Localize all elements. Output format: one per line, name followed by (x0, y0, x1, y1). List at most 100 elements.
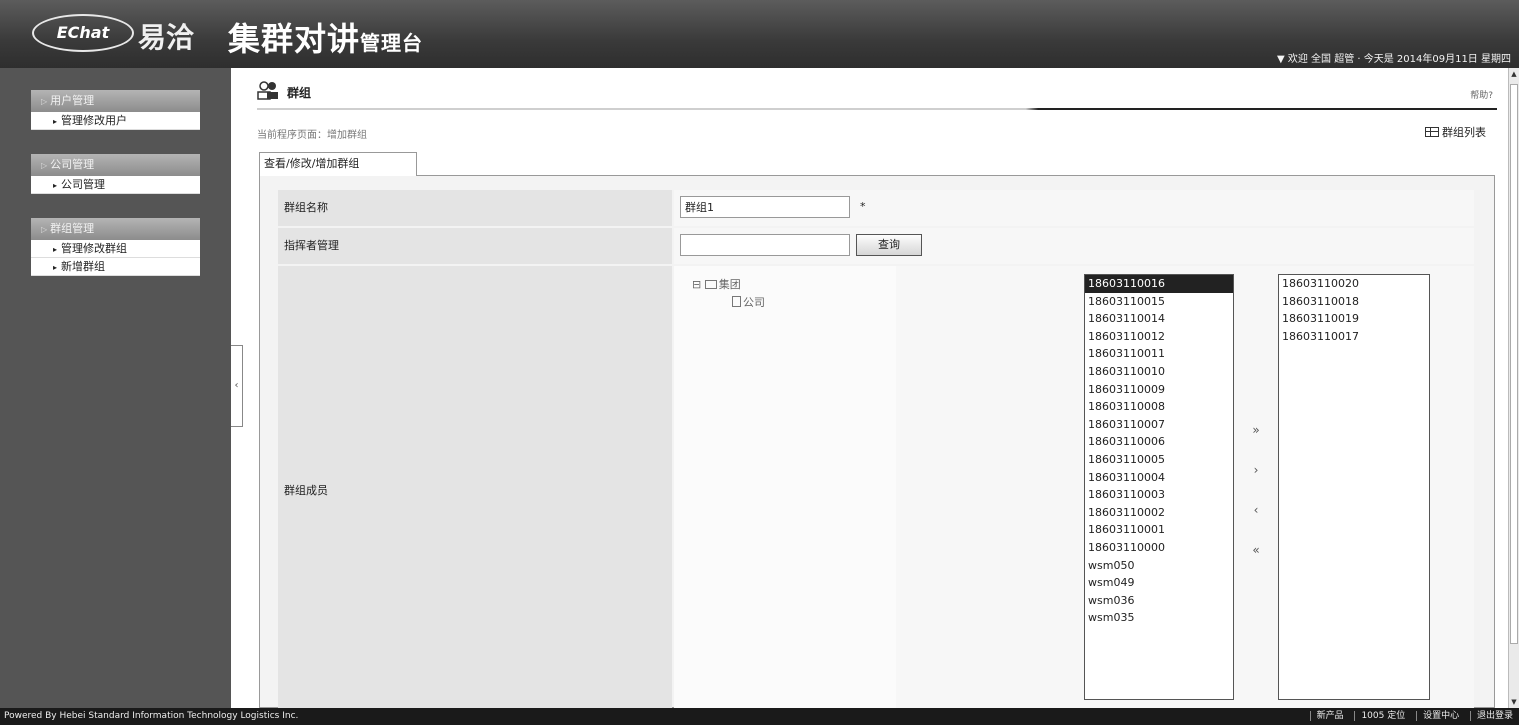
scroll-down-icon[interactable]: ▼ (1509, 696, 1519, 708)
selected-users-list[interactable]: 18603110020 18603110018 18603110019 1860… (1278, 274, 1430, 700)
sidebar-item-label: 管理修改用户 (61, 114, 128, 127)
scroll-up-icon[interactable]: ▲ (1509, 68, 1519, 80)
sidebar-item-company-manage[interactable]: ▸ 公司管理 (31, 176, 200, 194)
query-button[interactable]: 查询 (856, 234, 922, 256)
folder-icon (704, 280, 717, 289)
list-item[interactable]: 18603110016 (1085, 275, 1233, 293)
org-tree-panel: ⊟ 集团 公司 (674, 266, 896, 708)
list-item[interactable]: 18603110010 (1085, 363, 1233, 381)
group-list-label: 群组列表 (1442, 126, 1486, 139)
breadcrumb: 当前程序页面：增加群组 (257, 130, 367, 141)
logo-chinese-name: 易洽 (138, 21, 195, 54)
list-item[interactable]: 18603110019 (1279, 310, 1429, 328)
move-buttons: » › ‹ « (1238, 410, 1274, 570)
menu-head-label: 公司管理 (50, 158, 95, 171)
list-item[interactable]: wsm036 (1085, 592, 1233, 610)
menu-head-company[interactable]: ▷ 公司管理 (31, 154, 200, 176)
org-tree: ⊟ 集团 公司 (692, 276, 765, 312)
triangle-icon: ▷ (41, 97, 48, 106)
help-link[interactable]: 帮助? (1470, 88, 1493, 101)
list-item[interactable]: wsm035 (1085, 609, 1233, 627)
list-item[interactable]: 18603110017 (1279, 328, 1429, 346)
list-item[interactable]: 18603110008 (1085, 398, 1233, 416)
tree-node-root[interactable]: ⊟ 集团 (692, 276, 765, 294)
list-item[interactable]: 18603110000 (1085, 539, 1233, 557)
sidebar-item-label: 管理修改群组 (61, 242, 128, 255)
user-info[interactable]: ▼ 欢迎 全国 超管 · 今天是 2014年09月11日 星期四 (1277, 50, 1511, 65)
list-item[interactable]: 18603110005 (1085, 451, 1233, 469)
list-item[interactable]: 18603110012 (1085, 328, 1233, 346)
powered-by: Powered By Hebei Standard Information Te… (4, 711, 299, 721)
sidebar-item-manage-users[interactable]: ▸ 管理修改用户 (31, 112, 200, 130)
list-item[interactable]: 18603110002 (1085, 504, 1233, 522)
dispatcher-label: 指挥者管理 (278, 228, 672, 264)
add-button[interactable]: › (1238, 450, 1274, 490)
app-title: 集群对讲管理台 (228, 14, 423, 60)
list-item[interactable]: wsm050 (1085, 557, 1233, 575)
footer-link-logout[interactable]: 退出登录 (1469, 711, 1513, 721)
remove-button[interactable]: ‹ (1238, 490, 1274, 530)
page-title-row: 群组 帮助? (257, 78, 1497, 104)
main-content: 群组 帮助? 当前程序页面：增加群组 群组列表 查看/修改/增加群组 群组名称 … (243, 68, 1508, 708)
list-item[interactable]: 18603110003 (1085, 486, 1233, 504)
available-users-list[interactable]: 18603110016 18603110015 18603110014 1860… (1084, 274, 1234, 700)
list-item[interactable]: 18603110015 (1085, 293, 1233, 311)
sidebar-item-manage-groups[interactable]: ▸ 管理修改群组 (31, 240, 200, 258)
sidebar-collapse-handle[interactable]: ‹ (231, 345, 243, 427)
collapse-toggle-icon[interactable]: ⊟ (692, 278, 701, 291)
page-title: 群组 (287, 86, 312, 100)
dispatcher-search-input[interactable] (680, 234, 850, 256)
group-list-link[interactable]: 群组列表 (1425, 124, 1486, 140)
tree-node-child[interactable]: 公司 (692, 294, 765, 312)
remove-all-button[interactable]: « (1238, 530, 1274, 570)
bullet-icon: ▸ (53, 117, 58, 126)
list-item[interactable]: 18603110014 (1085, 310, 1233, 328)
list-item[interactable]: 18603110006 (1085, 433, 1233, 451)
app-title-main: 集群对讲 (228, 20, 361, 58)
menu-head-label: 用户管理 (50, 94, 95, 107)
list-item[interactable]: 18603110007 (1085, 416, 1233, 434)
footer-link-settings[interactable]: 设置中心 (1416, 711, 1460, 721)
app-header: EChat 易洽 集群对讲管理台 ▼ 欢迎 全国 超管 · 今天是 2014年0… (0, 0, 1519, 68)
tree-node-label: 集团 (718, 278, 741, 291)
list-item[interactable]: 18603110009 (1085, 381, 1233, 399)
sidebar: ▷ 用户管理 ▸ 管理修改用户 ▷ 公司管理 ▸ 公司管理 ▷ 群组管理 ▸ 管理修改群组 … (0, 68, 231, 708)
list-item[interactable]: 18603110011 (1085, 345, 1233, 363)
footer-links: 新产品 1005 定位 设置中心 退出登录 (1302, 708, 1513, 725)
table-icon (1425, 127, 1439, 137)
scrollbar-thumb[interactable] (1510, 84, 1518, 644)
bullet-icon: ▸ (53, 245, 58, 254)
footer-link-location[interactable]: 1005 定位 (1354, 711, 1406, 721)
dispatcher-cell: 查询 (674, 228, 1474, 264)
group-users-icon (257, 81, 278, 100)
list-item[interactable]: wsm049 (1085, 574, 1233, 592)
required-mark: * (860, 200, 866, 213)
document-icon (732, 296, 741, 307)
echat-logo: EChat (32, 14, 134, 52)
members-label: 群组成员 (278, 266, 672, 708)
sidebar-item-add-group[interactable]: ▸ 新增群组 (31, 258, 200, 276)
list-item[interactable]: 18603110001 (1085, 521, 1233, 539)
list-item[interactable]: 18603110020 (1279, 275, 1429, 293)
tree-node-label: 公司 (743, 296, 765, 309)
group-form: 群组名称 * 指挥者管理 查询 群组成员 ⊟ 集团 公司 (259, 175, 1495, 708)
tab-view-edit-add-group[interactable]: 查看/修改/增加群组 (259, 152, 417, 176)
chevron-left-icon: ‹ (234, 380, 239, 391)
group-name-cell: * (674, 190, 1474, 226)
group-name-input[interactable] (680, 196, 850, 218)
menu-head-users[interactable]: ▷ 用户管理 (31, 90, 200, 112)
menu-head-groups[interactable]: ▷ 群组管理 (31, 218, 200, 240)
triangle-icon: ▷ (41, 225, 48, 234)
sidebar-item-label: 公司管理 (61, 178, 106, 191)
footer-link-new-product[interactable]: 新产品 (1309, 711, 1344, 721)
sidebar-item-label: 新增群组 (61, 260, 106, 273)
vertical-scrollbar[interactable]: ▲ ▼ (1508, 68, 1519, 708)
bullet-icon: ▸ (53, 263, 58, 272)
add-all-button[interactable]: » (1238, 410, 1274, 450)
triangle-icon: ▷ (41, 161, 48, 170)
list-item[interactable]: 18603110018 (1279, 293, 1429, 311)
title-divider (257, 108, 1497, 110)
form-row-members: 群组成员 ⊟ 集团 公司 18603110016 18603110015 186… (278, 266, 1474, 708)
menu-group-company: ▷ 公司管理 ▸ 公司管理 (31, 154, 200, 194)
list-item[interactable]: 18603110004 (1085, 469, 1233, 487)
